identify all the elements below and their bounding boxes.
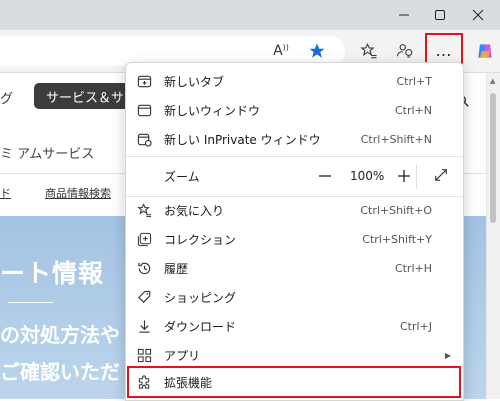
read-aloud-icon[interactable]: A)) <box>268 38 294 64</box>
menu-item-history[interactable]: 履歴 Ctrl+H <box>126 254 463 283</box>
read-aloud-label: A <box>273 43 283 59</box>
submenu-arrow-icon: ▶ <box>444 351 451 360</box>
download-icon <box>136 319 152 335</box>
hero-line-1: の対処方法や <box>0 323 120 347</box>
page-scrollbar[interactable]: ▲ <box>486 73 500 399</box>
nav-service-label: サービス＆サ <box>46 90 125 106</box>
menu-item-downloads[interactable]: ダウンロード Ctrl+J <box>126 312 463 341</box>
menu-item-label: ダウンロード <box>164 320 237 334</box>
menu-item-new-window[interactable]: 新しいウィンドウ Ctrl+N <box>126 96 463 125</box>
minimize-icon[interactable] <box>390 4 418 26</box>
favorites-icon <box>136 203 152 219</box>
apps-icon <box>136 348 152 364</box>
zoom-label: ズーム <box>164 169 200 184</box>
hero-line-2: ご確認いただ <box>0 360 120 384</box>
nav-text-left[interactable]: グ <box>0 88 13 107</box>
title-bar <box>0 0 500 30</box>
link-product-search[interactable]: 商品情報検索 <box>45 185 111 201</box>
menu-item-label: アプリ <box>164 349 201 363</box>
scroll-up-icon[interactable]: ▲ <box>490 77 495 85</box>
profile-icon[interactable] <box>392 38 418 64</box>
menu-item-label: ショッピング <box>164 291 237 305</box>
new-window-icon <box>136 103 152 119</box>
menu-item-label: 履歴 <box>164 262 189 276</box>
collections-icon <box>136 232 152 248</box>
menu-item-shortcut: Ctrl+J <box>399 320 432 333</box>
maximize-icon[interactable] <box>426 4 454 26</box>
menu-item-shortcut: Ctrl+Shift+N <box>360 133 432 146</box>
menu-item-label: 新しいタブ <box>164 75 225 89</box>
menu-item-label: 新しい InPrivate ウィンドウ <box>164 133 321 147</box>
menu-item-shortcut: Ctrl+T <box>396 75 432 88</box>
zoom-divider <box>416 165 417 189</box>
favorites-bar-icon[interactable] <box>356 38 382 64</box>
copilot-icon[interactable] <box>472 38 498 64</box>
history-icon <box>136 261 152 277</box>
new-tab-icon <box>136 74 152 90</box>
menu-item-collections[interactable]: コレクション Ctrl+Shift+Y <box>126 225 463 254</box>
menu-item-label: お気に入り <box>164 204 225 218</box>
menu-item-inprivate[interactable]: 新しい InPrivate ウィンドウ Ctrl+Shift+N <box>126 125 463 154</box>
link-left[interactable]: ド <box>0 185 11 201</box>
zoom-out-button[interactable] <box>319 167 331 186</box>
fullscreen-icon[interactable] <box>434 167 448 186</box>
favorite-star-icon[interactable] <box>304 38 330 64</box>
nav-service-pill[interactable]: サービス＆サ <box>34 83 134 109</box>
hero-title: ート情報 <box>0 259 105 288</box>
close-icon[interactable] <box>464 4 492 26</box>
menu-item-shopping[interactable]: ショッピング <box>126 283 463 312</box>
shopping-icon <box>136 290 152 306</box>
zoom-value: 100% <box>350 169 385 183</box>
settings-menu: 新しいタブ Ctrl+T 新しいウィンドウ Ctrl+N 新しい InPriva… <box>125 62 464 401</box>
scrollbar-thumb[interactable] <box>490 93 496 223</box>
more-label: … <box>435 40 453 60</box>
menu-item-shortcut: Ctrl+N <box>394 104 432 117</box>
menu-item-label: 新しいウィンドウ <box>164 104 261 118</box>
menu-item-zoom: ズーム 100% <box>126 157 463 195</box>
menu-item-shortcut: Ctrl+Shift+O <box>360 204 432 217</box>
extensions-highlight <box>127 366 461 398</box>
menu-item-label: コレクション <box>164 233 237 247</box>
menu-item-shortcut: Ctrl+H <box>394 262 432 275</box>
menu-item-shortcut: Ctrl+Shift+Y <box>362 233 432 246</box>
menu-item-new-tab[interactable]: 新しいタブ Ctrl+T <box>126 67 463 96</box>
page-subtitle: ミ アムサービス <box>0 147 95 162</box>
menu-item-favorites[interactable]: お気に入り Ctrl+Shift+O <box>126 196 463 225</box>
inprivate-icon <box>136 132 152 148</box>
zoom-in-button[interactable] <box>398 167 410 186</box>
hero-divider <box>8 302 53 303</box>
